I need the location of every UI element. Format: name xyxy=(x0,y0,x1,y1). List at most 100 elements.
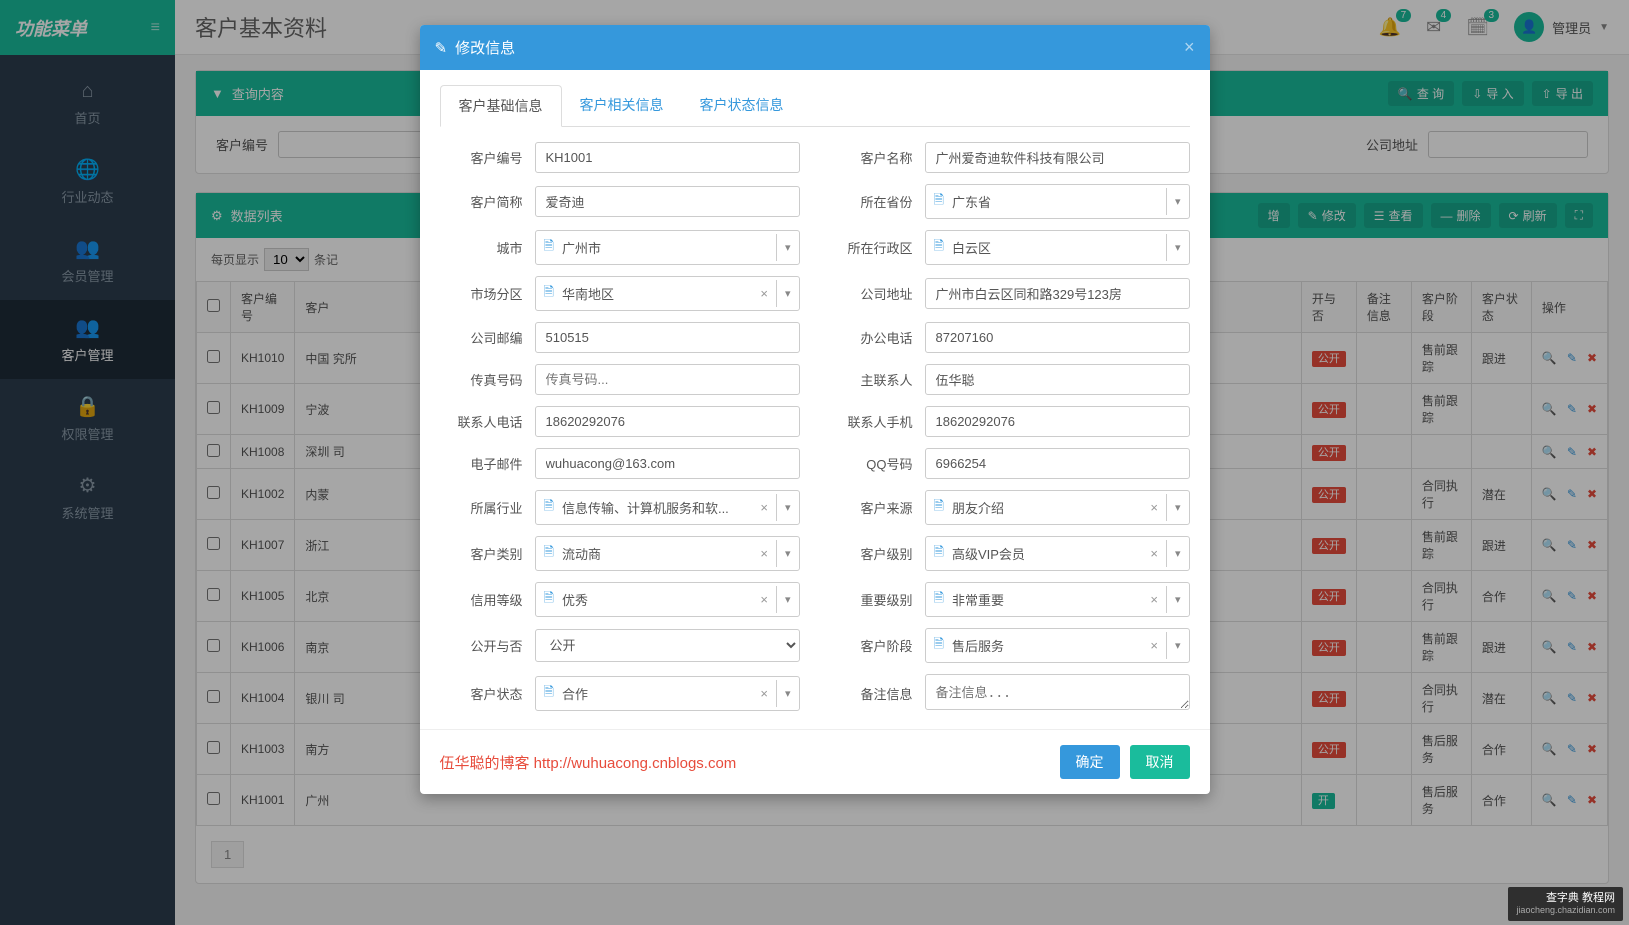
clear-icon[interactable]: × xyxy=(752,546,776,561)
clear-icon[interactable]: × xyxy=(752,286,776,301)
clear-icon[interactable]: × xyxy=(1142,500,1166,515)
chevron-down-icon[interactable]: ▾ xyxy=(776,280,799,307)
label-province: 所在省份 xyxy=(830,192,925,211)
document-icon: 🗎 xyxy=(536,237,562,259)
select-source[interactable]: 🗎朋友介绍×▾ xyxy=(925,490,1190,525)
form-row-stage: 客户阶段🗎售后服务×▾ xyxy=(830,628,1190,663)
clear-icon[interactable]: × xyxy=(752,500,776,515)
chevron-down-icon[interactable]: ▾ xyxy=(1166,540,1189,567)
cancel-button[interactable]: 取消 xyxy=(1130,745,1190,779)
select-district[interactable]: 🗎白云区▾ xyxy=(925,230,1190,265)
chevron-down-icon[interactable]: ▾ xyxy=(1166,494,1189,521)
select-ctype[interactable]: 🗎流动商×▾ xyxy=(535,536,800,571)
control-qq xyxy=(925,448,1190,479)
tab-basic[interactable]: 客户基础信息 xyxy=(440,85,562,127)
label-level: 客户级别 xyxy=(830,544,925,563)
label-stage: 客户阶段 xyxy=(830,636,925,655)
input-name[interactable] xyxy=(925,142,1190,173)
label-region: 市场分区 xyxy=(440,284,535,303)
clear-icon[interactable]: × xyxy=(1142,638,1166,653)
document-icon: 🗎 xyxy=(536,589,562,611)
input-mobile[interactable] xyxy=(925,406,1190,437)
form-row-fax: 传真号码 xyxy=(440,364,800,395)
chevron-down-icon[interactable]: ▾ xyxy=(776,586,799,613)
close-icon[interactable]: × xyxy=(1184,37,1195,58)
input-code[interactable] xyxy=(535,142,800,173)
document-icon: 🗎 xyxy=(926,237,952,259)
blog-link[interactable]: 伍华聪的博客 http://wuhuacong.cnblogs.com xyxy=(440,752,737,773)
control-region: 🗎华南地区×▾ xyxy=(535,276,800,311)
label-ctel: 联系人电话 xyxy=(440,412,535,431)
label-credit: 信用等级 xyxy=(440,590,535,609)
select-value: 高级VIP会员 xyxy=(952,537,1142,570)
input-tel[interactable] xyxy=(925,322,1190,353)
ok-button[interactable]: 确定 xyxy=(1060,745,1120,779)
tab-status[interactable]: 客户状态信息 xyxy=(682,85,802,126)
select-province[interactable]: 🗎广东省▾ xyxy=(925,184,1190,219)
control-remark xyxy=(925,674,1190,713)
form-row-important: 重要级别🗎非常重要×▾ xyxy=(830,582,1190,617)
select-cstatus[interactable]: 🗎合作×▾ xyxy=(535,676,800,711)
label-public: 公开与否 xyxy=(440,636,535,655)
modal-footer: 伍华聪的博客 http://wuhuacong.cnblogs.com 确定 取… xyxy=(420,729,1210,794)
select-level[interactable]: 🗎高级VIP会员×▾ xyxy=(925,536,1190,571)
input-contact[interactable] xyxy=(925,364,1190,395)
control-province: 🗎广东省▾ xyxy=(925,184,1190,219)
chevron-down-icon[interactable]: ▾ xyxy=(776,234,799,261)
chevron-down-icon[interactable]: ▾ xyxy=(776,494,799,521)
chevron-down-icon[interactable]: ▾ xyxy=(1166,586,1189,613)
textarea-remark[interactable] xyxy=(925,674,1190,710)
label-short: 客户简称 xyxy=(440,192,535,211)
select-value: 白云区 xyxy=(952,231,1166,264)
input-ctel[interactable] xyxy=(535,406,800,437)
form-row-address: 公司地址 xyxy=(830,276,1190,311)
label-zip: 公司邮编 xyxy=(440,328,535,347)
select-city[interactable]: 🗎广州市▾ xyxy=(535,230,800,265)
label-source: 客户来源 xyxy=(830,498,925,517)
control-mobile xyxy=(925,406,1190,437)
control-zip xyxy=(535,322,800,353)
form-row-industry: 所属行业🗎信息传输、计算机服务和软...×▾ xyxy=(440,490,800,525)
input-short[interactable] xyxy=(535,186,800,217)
clear-icon[interactable]: × xyxy=(752,592,776,607)
select-public[interactable]: 公开 xyxy=(535,629,800,662)
clear-icon[interactable]: × xyxy=(752,686,776,701)
document-icon: 🗎 xyxy=(536,497,562,519)
tab-related[interactable]: 客户相关信息 xyxy=(562,85,682,126)
select-value: 售后服务 xyxy=(952,629,1142,662)
form-row-ctel: 联系人电话 xyxy=(440,406,800,437)
control-industry: 🗎信息传输、计算机服务和软...×▾ xyxy=(535,490,800,525)
control-contact xyxy=(925,364,1190,395)
chevron-down-icon[interactable]: ▾ xyxy=(1166,234,1189,261)
chevron-down-icon[interactable]: ▾ xyxy=(1166,632,1189,659)
select-credit[interactable]: 🗎优秀×▾ xyxy=(535,582,800,617)
chevron-down-icon[interactable]: ▾ xyxy=(1166,188,1189,215)
label-city: 城市 xyxy=(440,238,535,257)
select-industry[interactable]: 🗎信息传输、计算机服务和软...×▾ xyxy=(535,490,800,525)
select-value: 朋友介绍 xyxy=(952,491,1142,524)
document-icon: 🗎 xyxy=(536,683,562,705)
chevron-down-icon[interactable]: ▾ xyxy=(776,540,799,567)
select-important[interactable]: 🗎非常重要×▾ xyxy=(925,582,1190,617)
input-qq[interactable] xyxy=(925,448,1190,479)
control-short xyxy=(535,186,800,217)
label-address: 公司地址 xyxy=(830,284,925,303)
chevron-down-icon[interactable]: ▾ xyxy=(776,680,799,707)
control-name xyxy=(925,142,1190,173)
select-value: 广东省 xyxy=(952,185,1166,218)
control-cstatus: 🗎合作×▾ xyxy=(535,676,800,711)
input-zip[interactable] xyxy=(535,322,800,353)
control-email xyxy=(535,448,800,479)
clear-icon[interactable]: × xyxy=(1142,592,1166,607)
input-address[interactable] xyxy=(925,278,1190,309)
document-icon: 🗎 xyxy=(926,589,952,611)
input-fax[interactable] xyxy=(535,364,800,395)
label-qq: QQ号码 xyxy=(830,454,925,473)
control-stage: 🗎售后服务×▾ xyxy=(925,628,1190,663)
clear-icon[interactable]: × xyxy=(1142,546,1166,561)
pencil-icon: ✎ xyxy=(435,39,448,57)
control-level: 🗎高级VIP会员×▾ xyxy=(925,536,1190,571)
select-stage[interactable]: 🗎售后服务×▾ xyxy=(925,628,1190,663)
select-region[interactable]: 🗎华南地区×▾ xyxy=(535,276,800,311)
input-email[interactable] xyxy=(535,448,800,479)
